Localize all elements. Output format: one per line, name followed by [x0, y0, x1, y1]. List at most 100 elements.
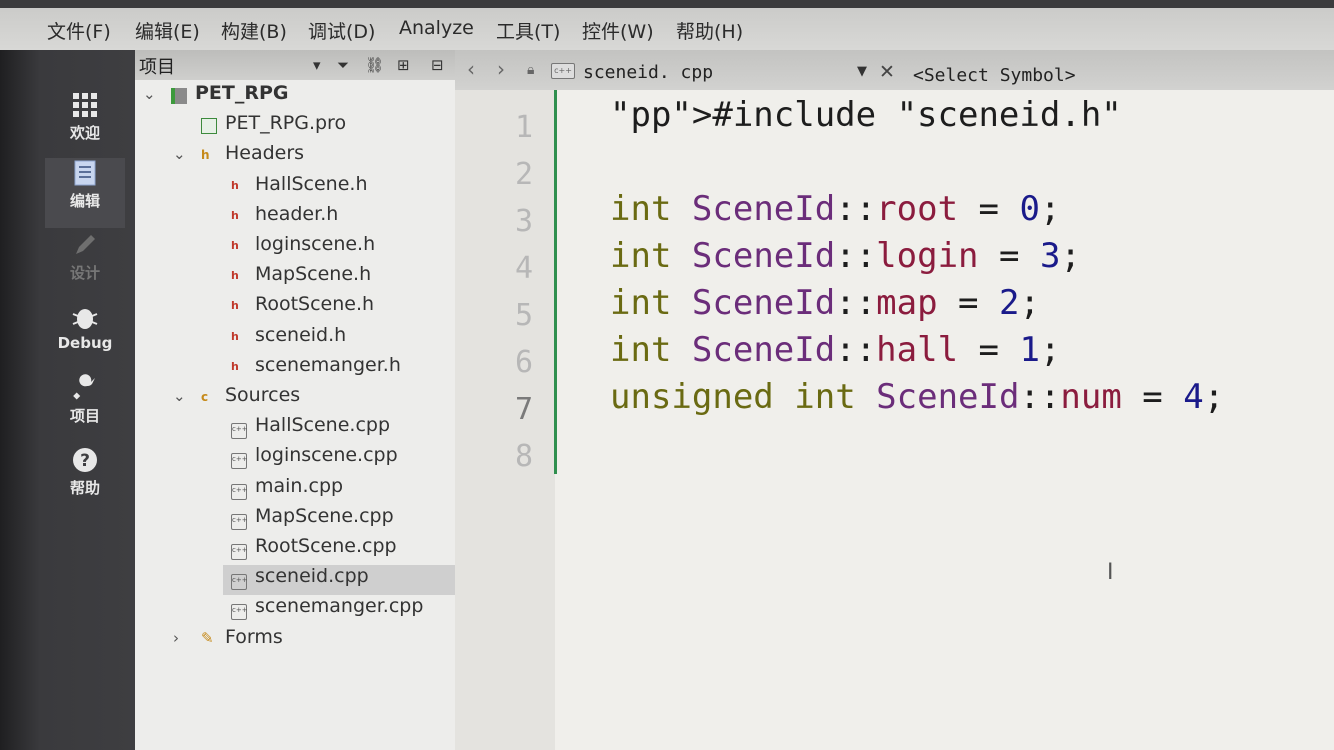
mode-design[interactable]: 设计 [45, 230, 125, 300]
tree-item-label: header.h [255, 202, 339, 225]
tree-file[interactable]: c++ MapScene.cpp [135, 505, 455, 535]
close-panel-icon[interactable]: ⊟ [431, 56, 444, 74]
header-file-icon: h [231, 239, 239, 252]
tree-file[interactable]: h HallScene.h [135, 173, 455, 203]
mode-welcome[interactable]: 欢迎 [45, 90, 125, 160]
tree-file[interactable]: c++ scenemanger.cpp [135, 595, 455, 625]
tree-file[interactable]: c++ sceneid.cpp [223, 565, 455, 596]
header-file-icon: h [231, 269, 239, 283]
tree-item-label: HallScene.h [255, 172, 368, 195]
mode-label: Debug [57, 334, 113, 352]
line-number-gutter: 1 2 3 4 5 6 7 8 [455, 90, 555, 750]
tree-item-label: HallScene.cpp [255, 414, 391, 437]
line-number: 6 [515, 345, 534, 380]
mode-label: 编辑 [69, 192, 100, 210]
filter-icon[interactable]: ⏷ [337, 56, 349, 74]
line-number: 1 [515, 110, 534, 145]
tree-item-label: loginscene.h [255, 233, 376, 255]
header-file-icon: h [231, 208, 239, 222]
menu-build[interactable]: 构建(B) [221, 17, 287, 44]
chevron-down-icon[interactable]: ⌄ [173, 387, 193, 405]
tree-item-label: Headers [225, 142, 305, 165]
menu-tools[interactable]: 工具(T) [496, 17, 560, 44]
tree-item-label: sceneid.cpp [255, 565, 369, 588]
code-line[interactable]: int SceneId::root = 0; [610, 189, 1060, 229]
cpp-file-icon: c++ [231, 513, 248, 530]
code-line[interactable]: unsigned int SceneId::num = 4; [610, 377, 1224, 417]
code-line[interactable]: int SceneId::login = 3; [610, 236, 1081, 276]
cpp-file-icon: c++ [231, 453, 248, 470]
tree-item-label: sceneid.h [255, 323, 347, 346]
line-number: 4 [515, 251, 534, 286]
menu-bar: 文件(F) 编辑(E) 构建(B) 调试(D) Analyze 工具(T) 控件… [0, 0, 1334, 50]
svg-text:?: ? [80, 451, 90, 471]
forward-icon[interactable]: › [497, 57, 505, 81]
mode-projects[interactable]: 项目 [45, 373, 125, 443]
tree-folder[interactable]: ⌄ c Sources [135, 384, 455, 414]
chevron-down-icon[interactable]: ▼ [857, 64, 867, 79]
tree-item-label: scenemanger.cpp [255, 595, 424, 618]
pencil-icon [76, 235, 95, 254]
header-file-icon: h [231, 329, 239, 343]
code-line[interactable]: int SceneId::hall = 1; [610, 330, 1060, 370]
mode-help[interactable]: ? 帮助 [45, 445, 125, 515]
menu-edit[interactable]: 编辑(E) [135, 17, 200, 44]
cpp-file-icon: c++ [551, 63, 575, 79]
header-file-icon: h [231, 178, 239, 192]
mode-edit[interactable]: 编辑 [45, 158, 125, 228]
tree-folder[interactable]: › ✎ Forms [135, 626, 455, 656]
back-icon[interactable]: ‹ [467, 57, 475, 81]
mode-sidebar: 欢迎 编辑 设计 Debug 项目 ? 帮助 [0, 50, 135, 750]
tree-file[interactable]: PET_RPG.pro [135, 112, 455, 142]
gutter-change-marker [554, 90, 557, 474]
link-icon[interactable]: ⛓ [365, 56, 384, 74]
symbol-selector[interactable]: <Select Symbol> [913, 65, 1076, 86]
code-line[interactable]: "pp">#include "sceneid.h" [610, 95, 1122, 135]
chevron-down-icon[interactable]: ⌄ [143, 85, 163, 103]
chevron-down-icon[interactable]: ⌄ [173, 145, 193, 163]
tree-file[interactable]: h header.h [135, 203, 455, 233]
forms-folder-icon: ✎ [201, 628, 214, 647]
line-number: 2 [515, 157, 534, 192]
mode-debug[interactable]: Debug [45, 302, 125, 372]
tree-item-label: MapScene.cpp [255, 504, 394, 527]
tree-file[interactable]: h scenemanger.h [135, 354, 455, 384]
tree-item-label: MapScene.h [255, 263, 372, 286]
menu-analyze[interactable]: Analyze [399, 17, 474, 39]
tree-file[interactable]: c++ loginscene.cpp [135, 444, 455, 474]
tree-item-label: RootScene.cpp [255, 535, 397, 557]
tree-file[interactable]: h MapScene.h [135, 263, 455, 293]
tree-item-label: RootScene.h [255, 293, 375, 316]
split-icon[interactable]: ⊞ [397, 56, 410, 74]
cpp-file-icon: c++ [231, 423, 248, 440]
line-number: 5 [515, 298, 534, 333]
cpp-file-icon: c++ [231, 544, 248, 560]
tree-file[interactable]: c++ main.cpp [135, 475, 455, 505]
header-file-icon: h [231, 359, 239, 373]
tree-file[interactable]: h loginscene.h [135, 233, 455, 263]
wrench-icon [73, 374, 95, 400]
folder-icon: h [201, 148, 210, 163]
tree-file[interactable]: h RootScene.h [135, 293, 455, 323]
tree-folder[interactable]: ⌄ h Headers [135, 142, 455, 172]
menu-controls[interactable]: 控件(W) [582, 17, 654, 44]
tree-folder[interactable]: ⌄ PET_RPG [135, 82, 455, 112]
menu-file[interactable]: 文件(F) [47, 17, 111, 44]
chevron-right-icon[interactable]: › [173, 629, 193, 647]
tree-file[interactable]: c++ HallScene.cpp [135, 414, 455, 444]
line-number: 3 [515, 204, 534, 239]
chevron-down-icon[interactable]: ▾ [313, 56, 321, 74]
tree-file[interactable]: h sceneid.h [135, 324, 455, 354]
project-panel-header: 项目 ▾ ⏷ ⛓ ⊞ ⊟ [135, 50, 455, 80]
close-icon[interactable]: ✕ [879, 61, 895, 83]
open-file-name[interactable]: sceneid. cpp [583, 62, 713, 83]
code-line[interactable]: int SceneId::map = 2; [610, 283, 1040, 323]
tree-item-label: main.cpp [255, 474, 344, 497]
title-strip [0, 0, 1334, 8]
tree-item-label: PET_RPG [195, 82, 289, 104]
lock-icon: 🔒︎ [527, 62, 535, 78]
menu-debug[interactable]: 调试(D) [308, 17, 375, 44]
tree-file[interactable]: c++ RootScene.cpp [135, 535, 455, 565]
bug-icon [72, 309, 98, 329]
menu-help[interactable]: 帮助(H) [676, 17, 743, 44]
